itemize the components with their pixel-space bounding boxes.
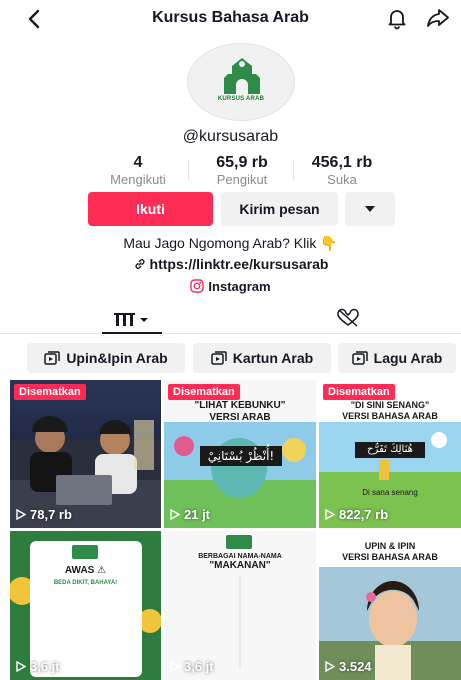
video-subtitle: Di sana senang [362,488,418,497]
play-icon [170,509,180,520]
video-caption: UPIN & IPIN VERSI BAHASA ARAB [342,541,438,562]
view-count: 3.524 [325,659,372,674]
view-count-value: 3,6 jt [30,659,60,674]
stat-following[interactable]: 4 Mengikuti [103,154,173,188]
arabic-subtitle: أُنْظُرْ بُسْتَانِيْ! [200,446,282,466]
stat-following-value: 4 [133,154,143,171]
stat-likes-label: Suka [327,172,357,187]
stat-followers[interactable]: 65,9 rb Pengikut [204,154,280,188]
view-count-value: 21 jt [184,507,211,522]
active-tab-indicator [102,332,162,334]
view-count-value: 78,7 rb [30,507,72,522]
content-tabs [0,300,461,334]
share-arrow-icon[interactable] [425,6,451,30]
video-caption: "DI SINI SENANG" VERSI BAHASA ARAB [342,400,438,421]
video-thumbnail-4[interactable]: AWAS ⚠ BEDA DIKIT, BAHAYA! 3,6 jt [10,531,161,680]
video-scene-two-presenters [10,416,161,528]
follow-button[interactable]: Ikuti [88,192,213,226]
play-icon [170,661,180,672]
playlist-icon [211,351,227,365]
stat-following-label: Mengikuti [110,172,166,187]
playlist-label: Kartun Arab [232,350,314,366]
view-count: 3,6 jt [170,659,214,674]
video-thumbnail-6[interactable]: UPIN & IPIN VERSI BAHASA ARAB 3.524 [319,531,461,680]
stat-likes-value: 456,1 rb [311,154,373,171]
play-icon [16,509,26,520]
play-icon [16,661,26,672]
pinned-badge: Disematkan [168,384,240,400]
arabic-subtitle: هُنَالِكَ تَفَرُّح [355,442,425,458]
link-icon [134,259,145,269]
playlist-kartun-arab[interactable]: Kartun Arab [193,343,331,373]
video-caption: AWAS ⚠ [64,565,107,576]
video-scene-vocab-card [10,531,161,680]
profile-avatar[interactable]: KURSUS ARAB [187,43,295,121]
more-options-button[interactable] [345,192,395,226]
mosque-logo-icon [224,58,260,94]
view-count: 3,6 jt [16,659,60,674]
stat-divider [188,160,189,180]
instagram-label: Instagram [208,279,271,294]
playlist-lagu-arab[interactable]: Lagu Arab [338,343,456,373]
playlist-label: Upin&Ipin Arab [66,350,168,366]
playlist-icon [351,351,368,365]
playlist-icon [44,351,61,365]
video-thumbnail-2[interactable]: Disematkan "LIHAT KEBUNKU" VERSI ARAB أُ… [164,380,316,528]
bio-link[interactable]: https://linktr.ee/kursusarab [0,256,461,272]
playlist-upin-ipin-arab[interactable]: Upin&Ipin Arab [27,343,185,373]
instagram-icon [190,279,205,293]
send-message-button[interactable]: Kirim pesan [221,192,338,226]
username: @kursusarab [182,128,279,145]
view-count-value: 822,7 rb [339,507,389,522]
top-bar: Kursus Bahasa Arab [0,0,461,38]
bell-icon[interactable] [385,6,409,30]
bio-link-text: https://linktr.ee/kursusarab [149,256,329,272]
pinned-badge: Disematkan [14,384,86,400]
video-caption: "LIHAT KEBUNKU" VERSI ARAB [194,400,286,423]
profile-bio: Mau Jago Ngomong Arab? Klik 👇 [123,235,338,251]
view-count: 822,7 rb [325,507,388,522]
playlist-label: Lagu Arab [373,350,443,366]
instagram-link[interactable]: Instagram [0,279,461,294]
liked-hidden-tab-icon[interactable] [335,308,361,328]
video-thumbnail-1[interactable]: Disematkan 78,7 rb [10,380,161,528]
video-thumbnail-5[interactable]: BERBAGAI NAMA-NAMA "MAKANAN" 3,6 jt [164,531,316,680]
videos-grid-tab-icon[interactable] [108,308,158,330]
view-count: 21 jt [170,507,210,522]
stat-divider [293,160,294,180]
stat-likes[interactable]: 456,1 rb Suka [306,154,378,188]
logo-text: KURSUS ARAB [217,96,265,102]
stat-followers-value: 65,9 rb [216,154,268,171]
view-count: 78,7 rb [16,507,72,522]
video-subcaption: BEDA DIKIT, BAHAYA! [53,580,118,586]
caret-down-icon [365,206,375,212]
play-icon [325,509,335,520]
view-count-value: 3.524 [339,659,372,674]
view-count-value: 3,6 jt [184,659,214,674]
video-thumbnail-3[interactable]: Disematkan "DI SINI SENANG" VERSI BAHASA… [319,380,461,528]
play-icon [325,661,335,672]
video-caption-2: "MAKANAN" [209,560,271,571]
stat-followers-label: Pengikut [216,172,268,187]
pinned-badge: Disematkan [323,384,395,400]
